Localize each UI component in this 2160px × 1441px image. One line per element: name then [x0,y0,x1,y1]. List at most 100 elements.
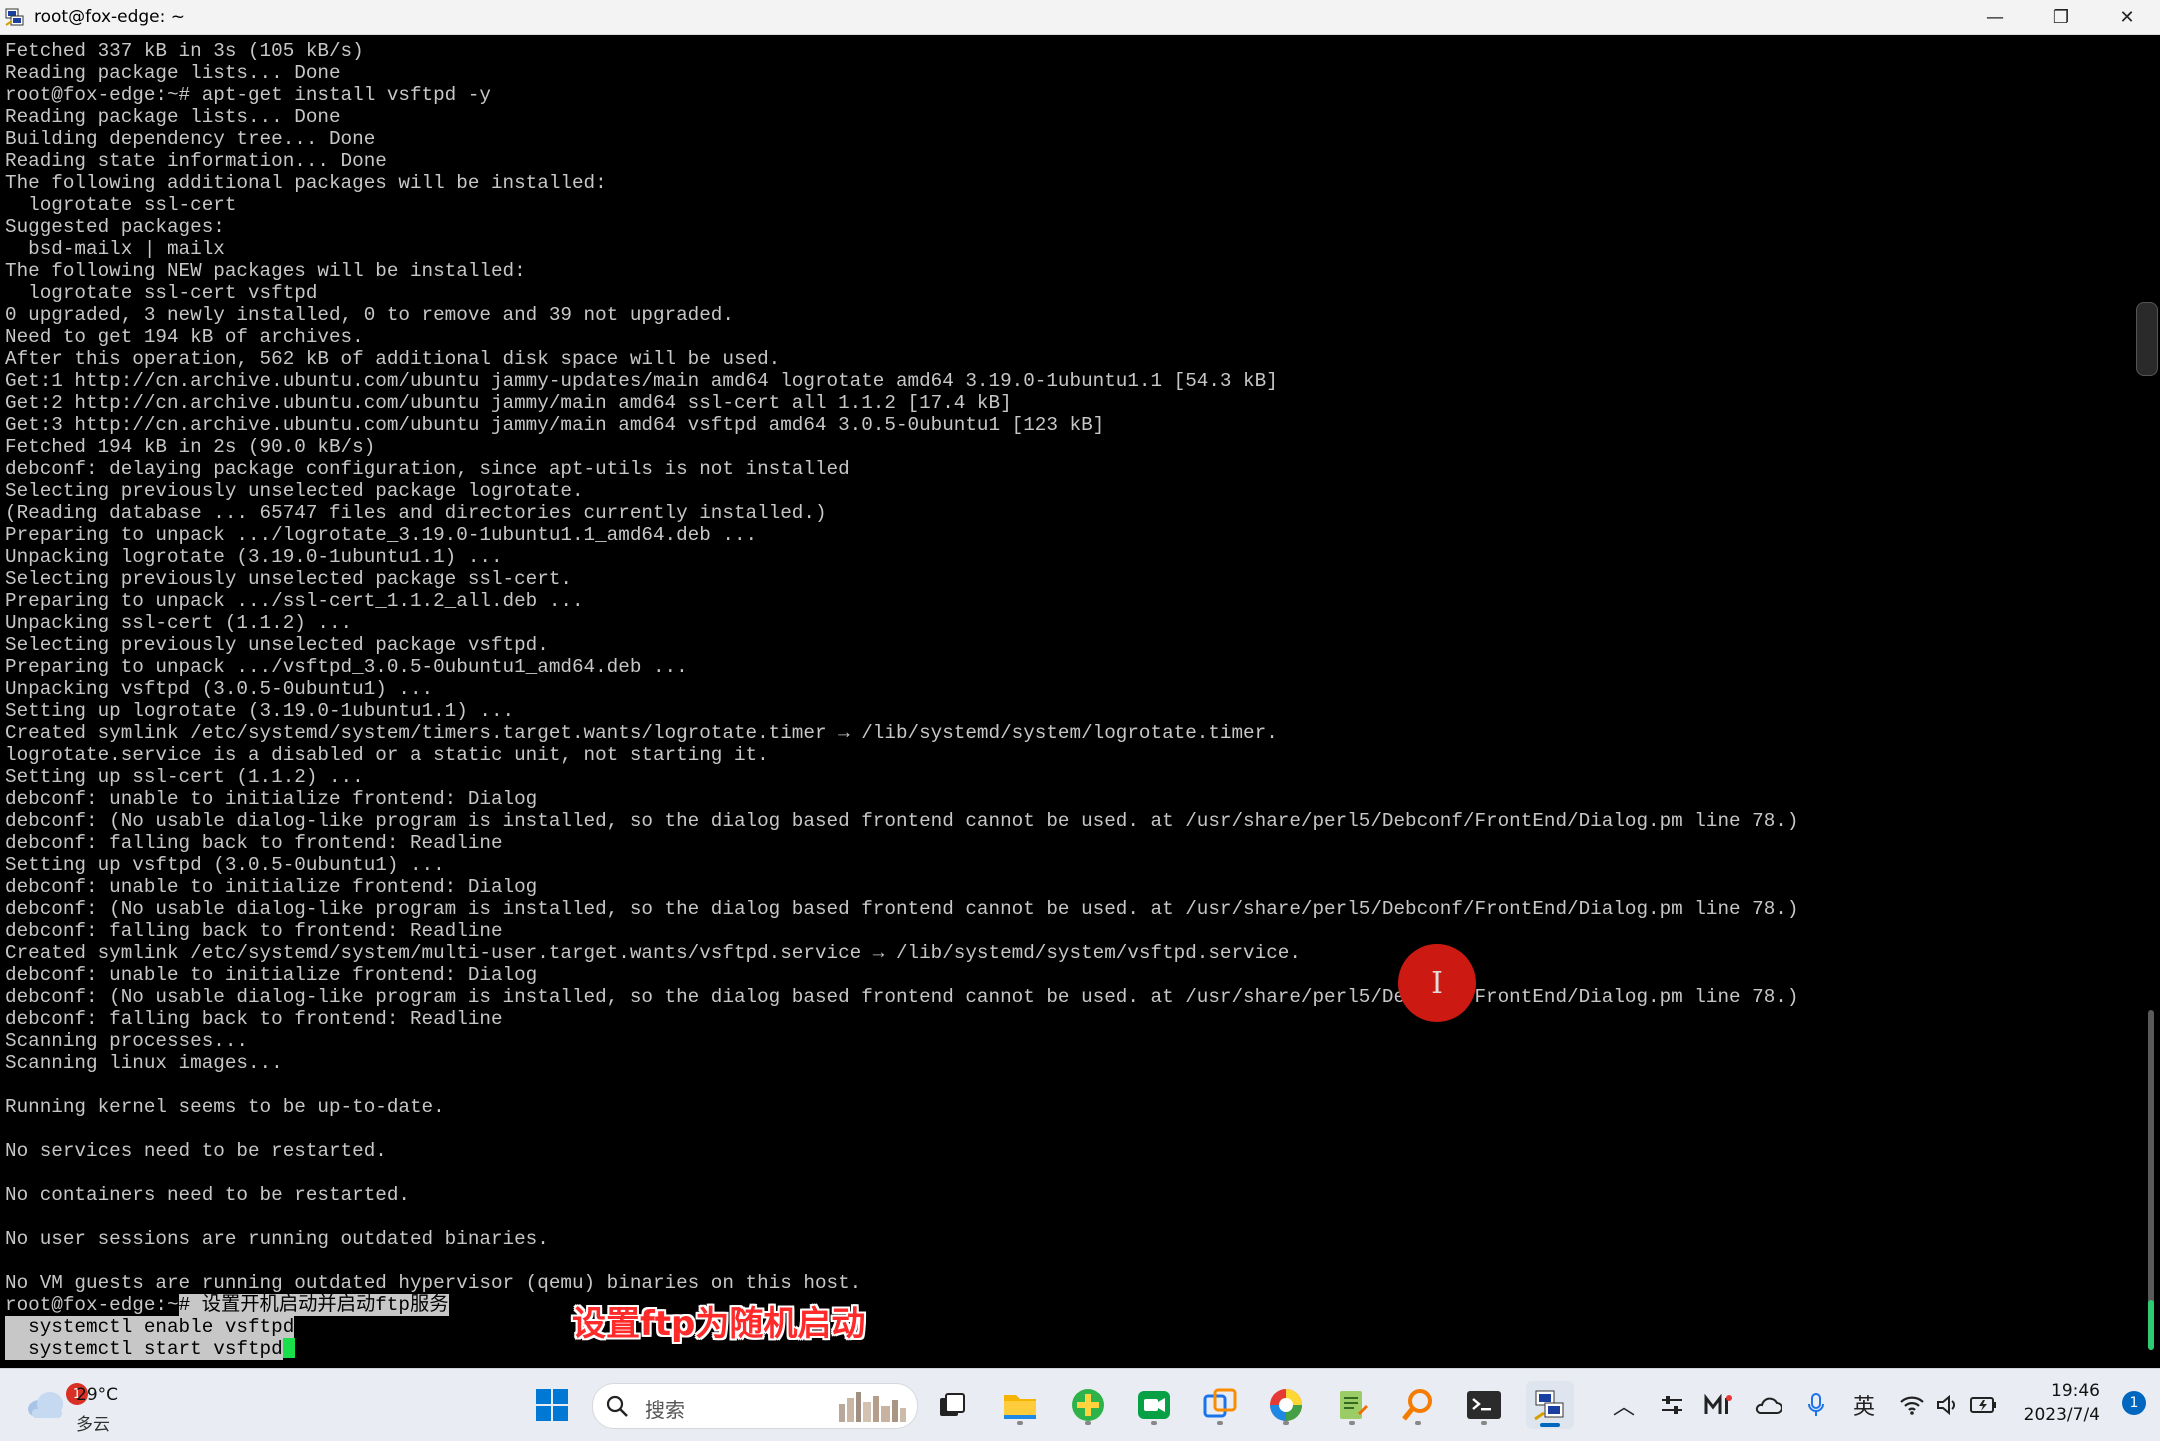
speaker-icon [1937,1394,1955,1416]
terminal-line: No user sessions are running outdated bi… [5,1228,549,1250]
terminal-line: No VM guests are running outdated hyperv… [5,1272,862,1294]
terminal-comment-selected: # 设置开机启动并启动ftp服务 [178,1294,449,1316]
weather-temperature: 29°C [76,1385,119,1405]
tray-onedrive[interactable] [1748,1383,1788,1427]
clock-date: 2023/7/4 [2023,1405,2100,1425]
terminal-line: Reading state information... Done [5,150,387,172]
scrollbar-position-indicator [2148,1300,2154,1350]
terminal-line: Scanning linux images... [5,1052,283,1074]
taskbar-app-terminal[interactable] [1460,1381,1508,1429]
terminal-line: debconf: falling back to frontend: Readl… [5,832,503,854]
tray-battery[interactable] [1964,1383,2004,1427]
terminal-line: Building dependency tree... Done [5,128,376,150]
window-titlebar: root@fox-edge: ~ — ❐ ✕ [0,0,2160,35]
start-button[interactable] [528,1381,576,1429]
notepad-icon [1340,1391,1368,1419]
weather-condition: 多云 [76,1415,110,1435]
folder-icon [1004,1395,1036,1419]
remote-desktop-icon [1203,1388,1237,1418]
terminal-lines: Fetched 337 kB in 3s (105 kB/s) Reading p… [5,40,2134,1294]
terminal-line: debconf: falling back to frontend: Readl… [5,920,503,942]
tray-input-method[interactable]: 英 [1844,1383,1884,1427]
cloud-icon [28,1392,63,1418]
notification-badge[interactable]: 1 [2122,1391,2146,1415]
taskbar-file-explorer[interactable] [996,1381,1044,1429]
terminal-line: No containers need to be restarted. [5,1184,410,1206]
terminal-line: Suggested packages: [5,216,225,238]
terminal-line: logrotate.service is a disabled or a sta… [5,744,769,766]
running-indicator [1017,1421,1023,1425]
click-highlight-marker: I [1398,944,1476,1022]
tray-microphone[interactable] [1796,1383,1836,1427]
running-indicator [1217,1421,1223,1425]
minimize-button[interactable]: — [1962,0,2028,34]
taskbar-clock[interactable]: 19:46 2023/7/4 [2024,1379,2100,1427]
terminal-prompt-line: root@fox-edge:~# 设置开机启动并启动ftp服务 [5,1294,2134,1316]
taskbar-app-video[interactable] [1130,1381,1178,1429]
window-controls: — ❐ ✕ [1962,0,2160,34]
tray-wifi[interactable] [1892,1383,1932,1427]
scrollbar-thumb[interactable] [2136,302,2158,376]
terminal-line: Preparing to unpack .../vsftpd_3.0.5-0ub… [5,656,688,678]
terminal-output[interactable]: Fetched 337 kB in 3s (105 kB/s) Reading p… [0,35,2134,1365]
skyline-illustration-icon [839,1392,906,1422]
terminal-line: Selecting previously unselected package … [5,480,584,502]
task-view-button[interactable] [928,1381,976,1429]
chevron-up-icon: ︿ [1612,1395,1635,1420]
cloud-icon [1755,1397,1782,1414]
restore-button[interactable]: ❐ [2028,0,2094,34]
terminal-line: Preparing to unpack .../logrotate_3.19.0… [5,524,758,546]
search-placeholder: 搜索 [645,1398,685,1422]
tray-app-sliders[interactable] [1652,1383,1692,1427]
taskbar-app-remote[interactable] [1196,1381,1244,1429]
taskbar-app-putty-active[interactable] [1526,1381,1574,1429]
close-button[interactable]: ✕ [2094,0,2160,34]
terminal-line: debconf: unable to initialize frontend: … [5,788,538,810]
terminal-scrollbar[interactable] [2134,35,2160,1365]
terminal-prompt: root@fox-edge:~ [5,1294,179,1316]
terminal-line: debconf: (No usable dialog-like program … [5,898,1799,920]
task-view-icon [940,1393,965,1416]
terminal-line: Selecting previously unselected package … [5,634,549,656]
show-hidden-icons-button[interactable]: ︿ [1604,1383,1644,1427]
terminal-cursor [282,1338,295,1358]
terminal-line: Created symlink /etc/systemd/system/mult… [5,942,1301,964]
clock-time: 19:46 [2051,1381,2100,1401]
terminal-line: root@fox-edge:~# apt-get install vsftpd … [5,84,491,106]
weather-widget[interactable]: 1 29°C 多云 [22,1377,132,1435]
terminal-line: bsd-mailx | mailx [5,238,225,260]
taskbar-app-browser[interactable] [1262,1381,1310,1429]
taskbar-app-editor[interactable] [1328,1381,1376,1429]
tray-app-mi[interactable] [1698,1383,1738,1427]
taskbar-app-green-plus[interactable] [1064,1381,1112,1429]
magnifier-icon [1402,1389,1432,1421]
taskbar: 1 29°C 多云 搜索 ︿ 英 19:46 2023/7/4 1 [0,1368,2160,1441]
terminal-line: 0 upgraded, 3 newly installed, 0 to remo… [5,304,734,326]
taskbar-app-search-tool[interactable] [1394,1381,1442,1429]
taskbar-search[interactable]: 搜索 [592,1383,918,1429]
terminal-line: Reading package lists... Done [5,62,341,84]
scrollbar-track[interactable] [2148,1010,2154,1350]
running-indicator [1415,1421,1421,1425]
terminal-line: debconf: falling back to frontend: Readl… [5,1008,503,1030]
terminal-line: Preparing to unpack .../ssl-cert_1.1.2_a… [5,590,584,612]
terminal-line: logrotate ssl-cert vsftpd [5,282,318,304]
windows-logo-icon [536,1389,568,1421]
active-indicator [1540,1423,1560,1427]
tray-volume[interactable] [1928,1383,1968,1427]
terminal-line: Created symlink /etc/systemd/system/time… [5,722,1278,744]
terminal-line: The following additional packages will b… [5,172,607,194]
running-indicator [1283,1421,1289,1425]
putty-icon [1534,1390,1564,1421]
terminal-line: Unpacking vsftpd (3.0.5-0ubuntu1) ... [5,678,434,700]
terminal-line: Running kernel seems to be up-to-date. [5,1096,445,1118]
terminal-input-line-2: systemctl start vsftpd [5,1338,2134,1360]
mi-app-icon [1704,1394,1732,1414]
putty-icon [5,8,24,26]
terminal-line: debconf: delaying package configuration,… [5,458,850,480]
